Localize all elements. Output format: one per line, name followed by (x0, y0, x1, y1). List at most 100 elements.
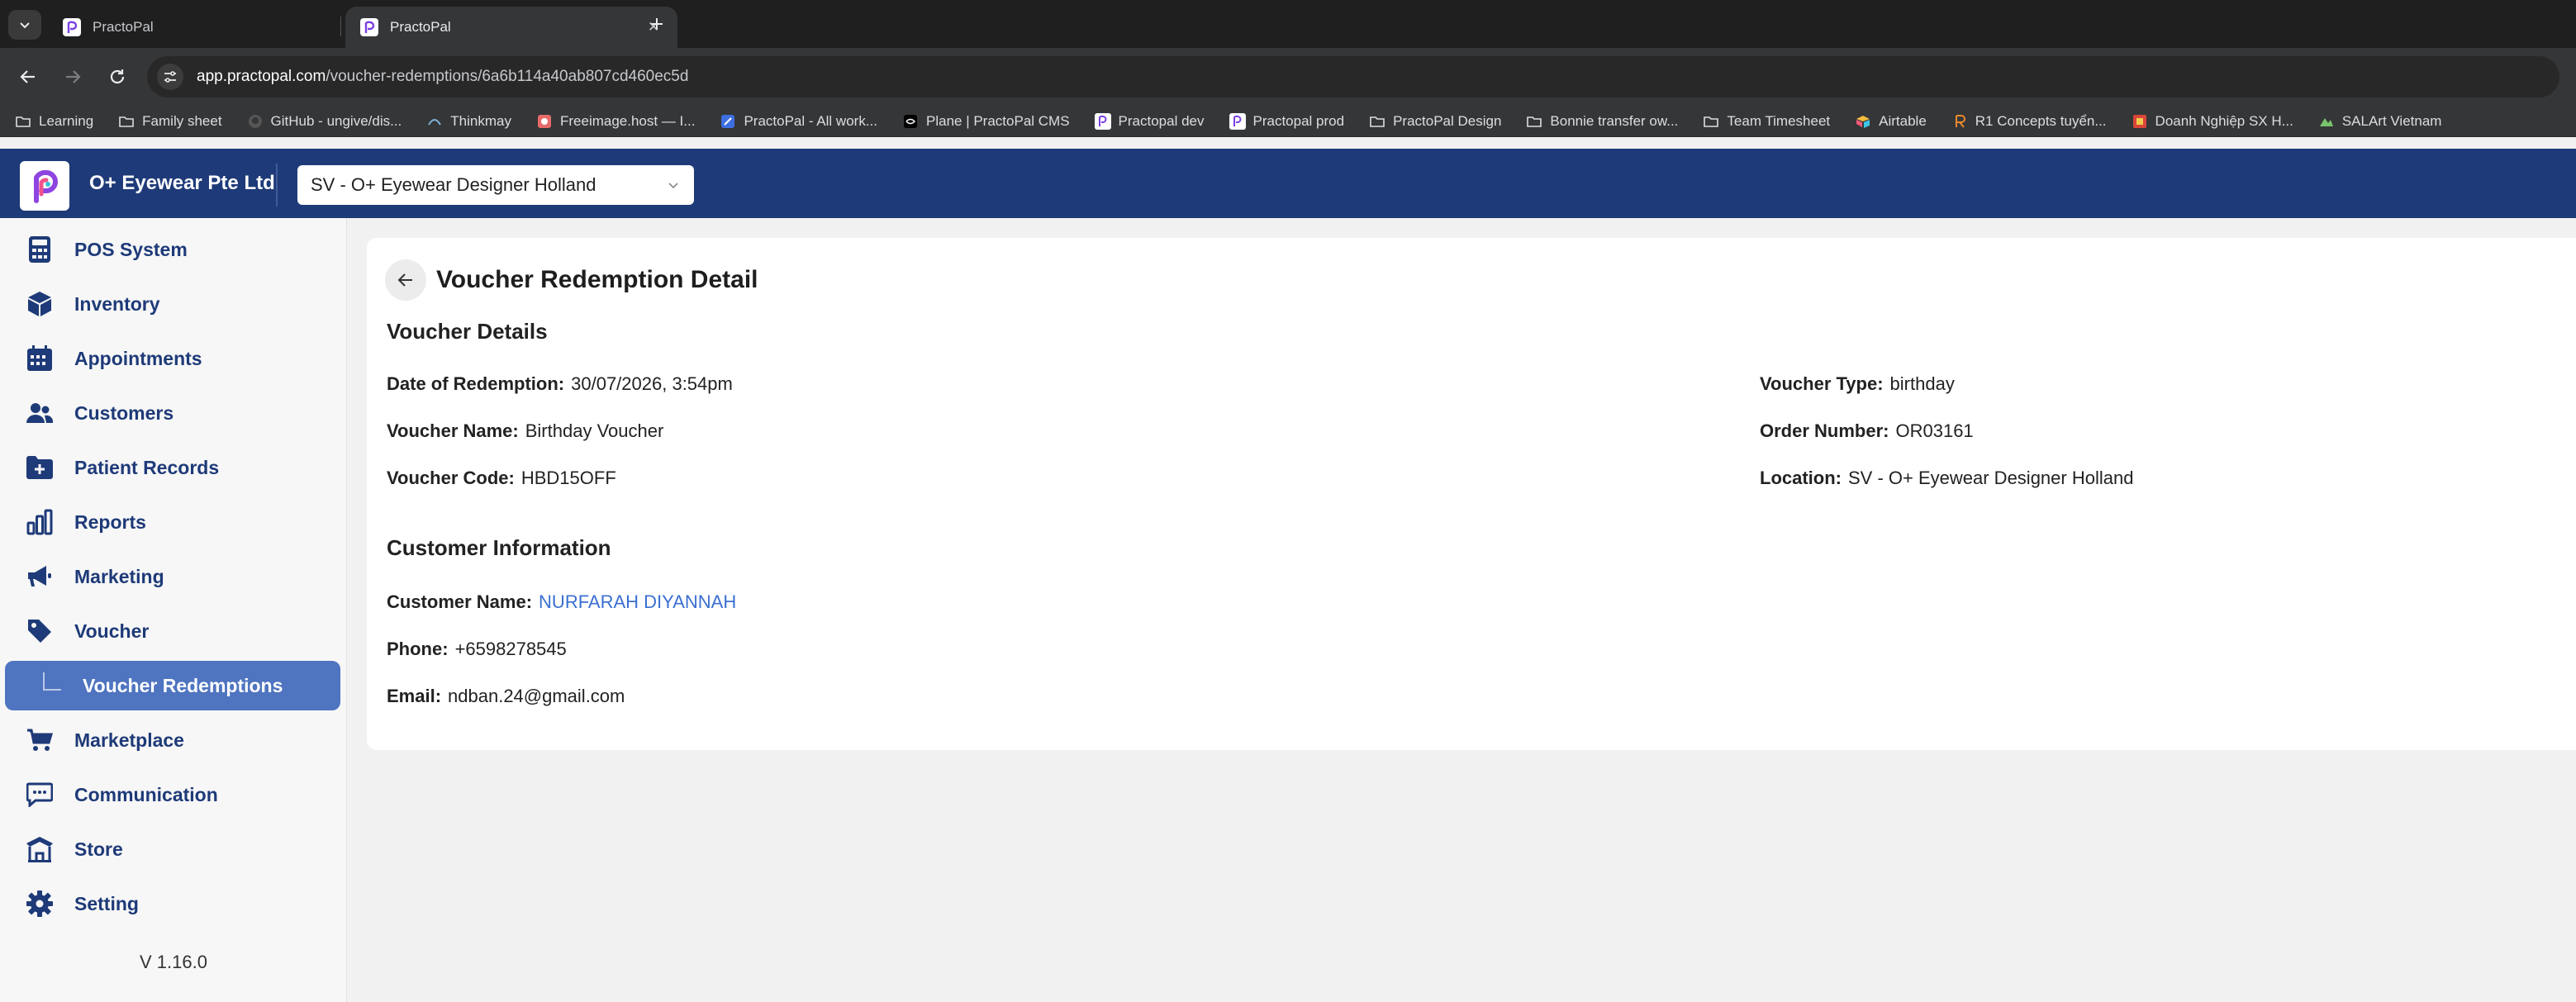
reload-button[interactable] (104, 64, 131, 90)
sidebar-item-appointments[interactable]: Appointments (5, 334, 340, 383)
doanh-nghiep-icon (2132, 114, 2146, 128)
sidebar-item-voucher-redemptions[interactable]: Voucher Redemptions (5, 661, 340, 710)
arrow-left-icon (397, 273, 412, 287)
browser-tab-2[interactable]: PractoPal ✕ (345, 7, 677, 48)
sidebar-item-pos-system[interactable]: POS System (5, 225, 340, 274)
header-divider (276, 164, 278, 207)
calendar-icon (23, 342, 56, 375)
bookmark-practopal-dev[interactable]: Practopal dev (1094, 112, 1205, 130)
bookmark-label: GitHub - ungive/dis... (270, 112, 402, 129)
bookmark-practopal-work[interactable]: PractoPal - All work... (720, 113, 877, 130)
bookmark-thinkmay[interactable]: Thinkmay (426, 113, 511, 130)
plus-icon (651, 18, 663, 30)
voucher-details-heading: Voucher Details (387, 319, 548, 344)
bookmark-label: Plane | PractoPal CMS (926, 112, 1070, 129)
customer-name-link[interactable]: NURFARAH DIYANNAH (539, 591, 736, 612)
bookmark-label: Airtable (1879, 112, 1927, 129)
bookmark-label: PractoPal - All work... (744, 112, 877, 129)
sidebar-item-marketplace[interactable]: Marketplace (5, 715, 340, 765)
field-email: Email: ndban.24@gmail.com (387, 686, 625, 707)
field-voucher-type: Voucher Type: birthday (1760, 373, 1955, 395)
bookmark-learning[interactable]: Learning (15, 113, 93, 130)
sub-item-corner-icon (43, 672, 61, 691)
field-value: birthday (1889, 373, 1955, 394)
sidebar-item-patient-records[interactable]: Patient Records (5, 443, 340, 492)
address-bar[interactable]: app.practopal.com/voucher-redemptions/6a… (147, 56, 2559, 97)
bookmark-team-timesheet[interactable]: Team Timesheet (1703, 113, 1830, 130)
bookmark-practopal-prod[interactable]: Practopal prod (1229, 112, 1344, 130)
field-separator: : (1883, 420, 1889, 441)
practopal-work-icon (721, 114, 735, 128)
field-label: Customer Name (387, 591, 526, 612)
cart-icon (23, 724, 56, 757)
field-customer-name: Customer Name: NURFARAH DIYANNAH (387, 591, 736, 613)
tab-separator (340, 17, 341, 36)
sidebar-item-reports[interactable]: Reports (5, 497, 340, 547)
sidebar-item-voucher[interactable]: Voucher (5, 606, 340, 656)
tab-search-button[interactable] (8, 10, 41, 40)
practopal-favicon-icon (360, 18, 378, 36)
new-tab-button[interactable] (644, 12, 669, 36)
practopal-icon (1094, 112, 1111, 130)
sidebar-item-marketing[interactable]: Marketing (5, 552, 340, 601)
customer-information-heading: Customer Information (387, 535, 611, 560)
tab-title: PractoPal (390, 19, 451, 35)
bookmark-bonnie-transfer[interactable]: Bonnie transfer ow... (1526, 113, 1678, 130)
back-nav-button[interactable] (15, 64, 41, 90)
sidebar-item-inventory[interactable]: Inventory (5, 279, 340, 329)
back-button[interactable] (385, 259, 426, 301)
field-value: Birthday Voucher (525, 420, 664, 441)
bookmark-r1-concepts[interactable]: R1 Concepts tuyển... (1951, 113, 2107, 130)
bookmark-family-sheet[interactable]: Family sheet (118, 113, 222, 130)
bar-chart-icon (23, 506, 56, 539)
bookmark-doanh-nghiep[interactable]: Doanh Nghiệp SX H... (2132, 113, 2293, 130)
browser-tab-1[interactable]: PractoPal ✕ (48, 7, 380, 48)
chevron-down-icon (20, 22, 30, 29)
folder-icon (16, 116, 31, 127)
page-title: Voucher Redemption Detail (436, 266, 758, 293)
field-value: HBD15OFF (520, 468, 616, 488)
field-phone: Phone: +6598278545 (387, 639, 567, 660)
folder-icon (1370, 116, 1385, 127)
salart-icon (2319, 117, 2333, 126)
tag-icon (23, 615, 56, 648)
bookmark-github[interactable]: GitHub - ungive/dis... (247, 113, 402, 130)
tab-title: PractoPal (93, 19, 154, 35)
site-settings-icon[interactable] (157, 64, 183, 90)
field-label: Voucher Name (387, 420, 513, 441)
sidebar-item-communication[interactable]: Communication (5, 770, 340, 819)
sidebar-item-store[interactable]: Store (5, 824, 340, 874)
field-separator: : (435, 686, 442, 706)
bookmark-label: Freeimage.host — I... (559, 112, 696, 129)
bookmark-label: Learning (39, 112, 94, 129)
bookmark-label: Bonnie transfer ow... (1550, 112, 1679, 129)
store-icon (23, 833, 56, 866)
field-separator: : (442, 639, 449, 659)
field-value: +6598278545 (454, 639, 567, 659)
practopal-logo[interactable] (20, 161, 69, 211)
sidebar-item-label: Voucher (74, 620, 150, 642)
field-date-of-redemption: Date of Redemption: 30/07/2026, 3:54pm (387, 373, 733, 395)
bookmark-plane[interactable]: Plane | PractoPal CMS (902, 113, 1070, 130)
field-label: Phone (387, 639, 443, 659)
bookmark-airtable[interactable]: Airtable (1855, 113, 1927, 130)
field-voucher-name: Voucher Name: Birthday Voucher (387, 420, 663, 442)
folder-icon (1527, 116, 1542, 127)
field-order-number: Order Number: OR03161 (1760, 420, 1974, 442)
bookmark-label: SALArt Vietnam (2341, 112, 2442, 129)
location-select-value: SV - O+ Eyewear Designer Holland (311, 174, 596, 195)
bookmark-practopal-design[interactable]: PractoPal Design (1369, 113, 1501, 130)
practopal-favicon-icon (63, 18, 81, 36)
sidebar: POS System Inventory Appointments Custom… (0, 218, 347, 1002)
url-path: /voucher-redemptions/6a6b114a40ab807cd46… (326, 68, 689, 85)
bookmark-freeimage[interactable]: Freeimage.host — I... (536, 113, 695, 130)
sidebar-item-customers[interactable]: Customers (5, 388, 340, 438)
forward-nav-button[interactable] (59, 64, 86, 90)
location-select[interactable]: SV - O+ Eyewear Designer Holland (297, 165, 694, 205)
bookmark-label: Thinkmay (450, 112, 511, 129)
field-separator: : (558, 373, 565, 394)
bookmark-salart[interactable]: SALArt Vietnam (2318, 112, 2442, 130)
practopal-icon (1229, 112, 1246, 130)
bookmarks-bar: Learning Family sheet GitHub - ungive/di… (0, 106, 2576, 137)
sidebar-item-setting[interactable]: Setting (5, 879, 340, 928)
